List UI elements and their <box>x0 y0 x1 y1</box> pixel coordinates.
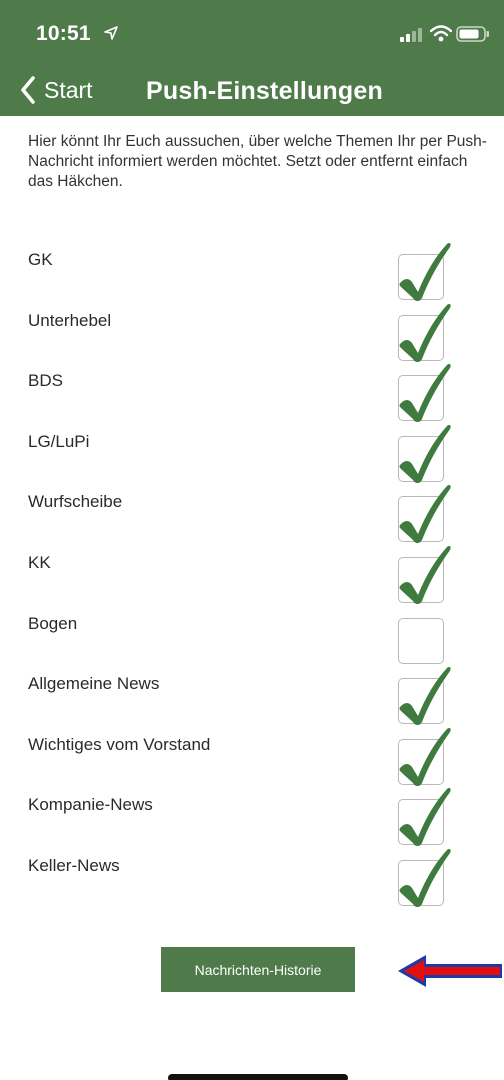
topic-label: Wichtiges vom Vorstand <box>28 734 211 754</box>
topic-checkbox[interactable] <box>398 314 444 361</box>
topic-row: BDS <box>0 364 504 431</box>
topic-row: KK <box>0 546 504 613</box>
topic-checkbox[interactable] <box>398 375 444 422</box>
topic-checkbox[interactable] <box>398 496 444 543</box>
battery-icon <box>456 26 489 42</box>
topic-label: Allgemeine News <box>28 674 160 694</box>
intro-text: Hier könnt Ihr Euch aussuchen, über welc… <box>28 133 487 190</box>
topic-row: LG/LuPi <box>0 424 504 492</box>
topic-checkbox[interactable] <box>398 799 444 846</box>
topic-label: BDS <box>28 371 63 391</box>
wifi-icon <box>430 25 452 42</box>
topic-row: Allgemeine News <box>0 667 504 734</box>
topic-row: Unterhebel <box>0 303 504 371</box>
topic-label: KK <box>28 553 51 572</box>
topic-label: Bogen <box>28 613 78 633</box>
topic-row: Kompanie-News <box>0 788 504 855</box>
topic-row: GK <box>0 243 504 310</box>
topic-row: Wurfscheibe <box>0 485 504 552</box>
topic-checkbox[interactable] <box>398 678 444 725</box>
back-button-label: Start <box>44 76 93 103</box>
topic-label: Unterhebel <box>28 310 112 330</box>
topic-checkbox[interactable] <box>398 557 444 603</box>
home-indicator <box>168 1074 348 1080</box>
back-button[interactable]: Start <box>20 72 93 108</box>
topic-checkbox[interactable] <box>398 435 444 482</box>
topic-row: Keller-News <box>0 849 504 916</box>
topic-checkbox[interactable] <box>398 617 444 664</box>
app-header: 10:51 Start Push-Einstellungen <box>0 0 504 116</box>
topic-checkbox[interactable] <box>398 254 444 300</box>
cellular-signal-icon <box>400 28 422 42</box>
status-time: 10:51 <box>36 22 91 45</box>
page-title: Push-Einstellungen <box>146 77 383 105</box>
topic-checkbox[interactable] <box>398 860 444 906</box>
navigation-bar: Start Push-Einstellungen <box>0 64 504 116</box>
topic-row: Wichtiges vom Vorstand <box>0 727 504 795</box>
topic-label: GK <box>28 250 53 269</box>
chevron-left-icon <box>21 76 35 104</box>
topic-label: Keller-News <box>28 856 120 875</box>
topic-label: LG/LuPi <box>28 431 90 451</box>
topic-label: Kompanie-News <box>28 795 153 815</box>
status-bar: 10:51 <box>0 0 504 64</box>
message-history-button[interactable]: Nachrichten-Historie <box>161 947 355 992</box>
topic-checkbox[interactable] <box>398 738 444 785</box>
red-arrow-icon <box>398 955 502 987</box>
location-arrow-icon <box>104 26 118 40</box>
topic-label: Wurfscheibe <box>28 492 123 512</box>
topic-row: Bogen <box>0 614 504 674</box>
